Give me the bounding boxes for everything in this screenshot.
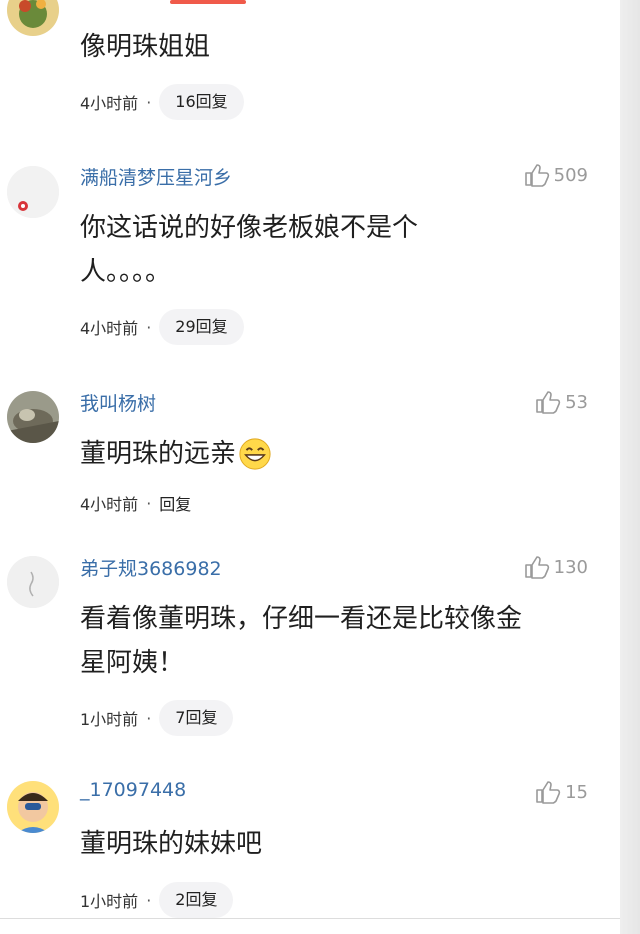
comment-time: 4小时前 — [80, 495, 139, 514]
reply-button[interactable]: 16回复 — [159, 84, 244, 120]
comment-text: 董明珠的远亲 — [80, 432, 600, 476]
like-count: 53 — [565, 391, 588, 413]
comment-line: 你这话说的好像老板娘不是个 — [80, 213, 419, 243]
like-button[interactable]: 53 — [535, 390, 588, 414]
bottom-input-bar[interactable] — [0, 918, 620, 934]
comment-meta: 1小时前 · 2回复 — [80, 882, 234, 918]
username[interactable]: _17097448 — [80, 779, 186, 801]
avatar-image-icon — [7, 556, 59, 608]
like-count: 15 — [565, 781, 588, 803]
like-count: 509 — [553, 164, 588, 186]
avatar-image-icon — [7, 166, 59, 218]
username[interactable]: 满船清梦压星河乡 — [80, 163, 232, 190]
username[interactable]: 弟子规3686982 — [80, 554, 222, 581]
comment-text: 董明珠的妹妹吧 — [80, 822, 600, 866]
comment-meta: 1小时前 · 7回复 — [80, 700, 234, 736]
comment-time: 4小时前 — [80, 94, 139, 113]
comment-text: 看着像董明珠，仔细一看还是比较像金 星阿姨！ — [80, 597, 600, 685]
comment-line: 星阿姨！ — [80, 648, 185, 678]
avatar[interactable] — [7, 391, 59, 443]
grin-emoji-icon — [239, 438, 271, 470]
avatar-image-icon — [7, 391, 59, 443]
thumbs-up-icon — [536, 391, 561, 414]
scrollbar-track[interactable] — [620, 0, 640, 934]
comment-text: 你这话说的好像老板娘不是个 人。。。。 — [80, 206, 600, 294]
reply-button[interactable]: 29回复 — [159, 309, 244, 345]
comment-line: 像明珠姐姐 — [80, 32, 211, 62]
active-tab-indicator — [170, 0, 246, 4]
like-count: 130 — [553, 556, 588, 578]
reply-button[interactable]: 2回复 — [159, 882, 234, 918]
reply-button[interactable]: 7回复 — [159, 700, 234, 736]
avatar[interactable] — [7, 0, 59, 36]
avatar[interactable] — [7, 166, 59, 218]
username[interactable]: 我叫杨树 — [80, 389, 156, 416]
comment-meta: 4小时前 · 29回复 — [80, 309, 244, 345]
avatar[interactable] — [7, 781, 59, 833]
comment-line: 董明珠的妹妹吧 — [80, 829, 263, 859]
like-button[interactable]: 15 — [535, 780, 588, 804]
separator-dot: · — [146, 317, 152, 337]
thumbs-up-icon — [524, 164, 549, 187]
like-button[interactable]: 509 — [524, 163, 588, 187]
avatar-image-icon — [7, 0, 59, 36]
reply-button[interactable]: 回复 — [159, 491, 191, 515]
comment-text: 像明珠姐姐 — [80, 25, 600, 69]
separator-dot: · — [146, 890, 152, 910]
comment-line: 董明珠的远亲 — [80, 439, 237, 469]
like-button[interactable]: 130 — [524, 555, 588, 579]
thumbs-up-icon — [536, 781, 561, 804]
separator-dot: · — [146, 493, 152, 513]
comment-meta: 4小时前 · 回复 — [80, 491, 191, 515]
separator-dot: · — [146, 92, 152, 112]
comment-time: 1小时前 — [80, 710, 139, 729]
comment-line: 看着像董明珠，仔细一看还是比较像金 — [80, 604, 523, 634]
thumbs-up-icon — [524, 556, 549, 579]
comment-feed: 像明珠姐姐 4小时前 · 16回复 满船清梦压星河乡 509 你这话说的好像老板… — [0, 0, 640, 934]
comment-line: 人。。。。 — [80, 257, 172, 287]
separator-dot: · — [146, 708, 152, 728]
avatar[interactable] — [7, 556, 59, 608]
comment-time: 1小时前 — [80, 892, 139, 911]
comment-meta: 4小时前 · 16回复 — [80, 84, 244, 120]
avatar-image-icon — [7, 781, 59, 833]
comment-time: 4小时前 — [80, 319, 139, 338]
